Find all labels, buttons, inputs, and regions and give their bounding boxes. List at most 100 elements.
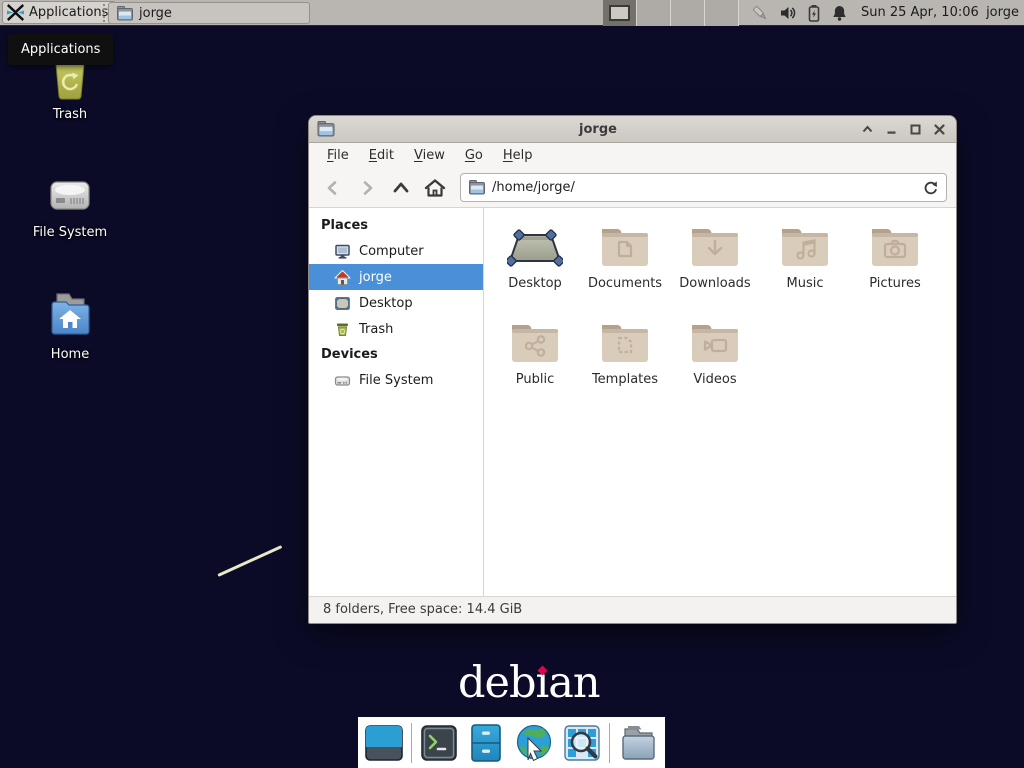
sidebar-item-label: Computer	[359, 244, 424, 259]
file-item-public[interactable]: Public	[490, 314, 580, 410]
applications-tooltip: Applications	[8, 34, 113, 65]
home-button[interactable]	[420, 174, 450, 202]
address-bar-path[interactable]: /home/jorge/	[492, 180, 916, 195]
back-button[interactable]	[318, 174, 348, 202]
file-item-desktop[interactable]: Desktop	[490, 218, 580, 314]
window-title: jorge	[335, 122, 861, 137]
menu-help[interactable]: Help	[493, 145, 543, 166]
workspace-4[interactable]	[705, 0, 739, 26]
web-browser-dock-icon[interactable]	[513, 722, 555, 764]
menu-view[interactable]: View	[404, 145, 455, 166]
workspace-1-active[interactable]	[603, 0, 637, 26]
statusbar: 8 folders, Free space: 14.4 GiB	[309, 596, 956, 623]
folder-videos-icon	[689, 314, 741, 372]
file-cabinet-dock-icon[interactable]	[466, 722, 506, 764]
hard-drive-icon	[44, 170, 96, 220]
file-item-label: Public	[516, 372, 554, 387]
file-item-downloads[interactable]: Downloads	[670, 218, 760, 314]
shade-button[interactable]	[861, 123, 874, 136]
sidebar-item-trash[interactable]: Trash	[309, 316, 483, 342]
file-item-label: Documents	[588, 276, 662, 291]
window-folder-icon	[317, 121, 335, 137]
panel-username[interactable]: jorge	[986, 0, 1019, 26]
desktop-icon-label: File System	[33, 225, 107, 240]
sidebar-devices-header: Devices	[309, 342, 483, 367]
file-item-videos[interactable]: Videos	[670, 314, 760, 410]
menu-edit[interactable]: Edit	[359, 145, 404, 166]
sidebar-item-computer[interactable]: Computer	[309, 238, 483, 264]
folder-downloads-icon	[689, 218, 741, 276]
menu-go[interactable]: Go	[455, 145, 493, 166]
sidebar-places-header: Places	[309, 213, 483, 238]
desktop-icon-label: Home	[51, 347, 89, 362]
file-item-music[interactable]: Music	[760, 218, 850, 314]
app-finder-dock-icon[interactable]	[562, 722, 602, 764]
desktop-icon-file-system[interactable]: File System	[18, 170, 122, 240]
file-item-label: Music	[787, 276, 824, 291]
address-bar[interactable]: /home/jorge/	[460, 173, 947, 202]
show-desktop-dock-icon[interactable]	[364, 722, 404, 764]
menubar: File Edit View Go Help	[309, 143, 956, 168]
desktop-icon-home[interactable]: Home	[18, 288, 122, 362]
battery-tray-icon[interactable]	[806, 4, 822, 22]
sidebar-item-desktop[interactable]: Desktop	[309, 290, 483, 316]
debian-logo: debıan	[458, 658, 600, 708]
folder-templates-icon	[599, 314, 651, 372]
computer-icon	[334, 243, 351, 260]
folder-public-icon	[509, 314, 561, 372]
file-manager-dock-icon[interactable]	[617, 722, 659, 764]
file-item-templates[interactable]: Templates	[580, 314, 670, 410]
pathbar-folder-icon	[469, 180, 485, 195]
folder-pictures-icon	[869, 218, 921, 276]
minimize-button[interactable]	[885, 123, 898, 136]
panel-separator-handle	[103, 4, 106, 22]
sidebar-item-label: jorge	[359, 270, 392, 285]
menu-file[interactable]: File	[317, 145, 359, 166]
home-icon	[334, 269, 351, 286]
dock-separator	[411, 723, 412, 763]
file-item-label: Videos	[693, 372, 736, 387]
terminal-dock-icon[interactable]	[419, 722, 459, 764]
workspace-window-preview	[609, 5, 630, 21]
file-list: Desktop Documents	[484, 208, 956, 596]
desktop-places-icon	[334, 295, 351, 312]
desktop-artifact-line	[217, 545, 282, 577]
workspace-2[interactable]	[637, 0, 671, 26]
desktop[interactable]: Applications jorge	[0, 0, 1024, 768]
sidebar-item-jorge[interactable]: jorge	[309, 264, 483, 290]
file-item-label: Downloads	[679, 276, 750, 291]
close-button[interactable]	[933, 123, 946, 136]
desktop-icon-label: Trash	[53, 107, 87, 122]
xfce-applications-icon	[7, 4, 24, 21]
notifications-bell-tray-icon[interactable]	[831, 4, 848, 22]
drive-icon	[334, 372, 351, 389]
up-button[interactable]	[386, 174, 416, 202]
file-item-documents[interactable]: Documents	[580, 218, 670, 314]
file-manager-window: jorge File Edit View Go Help	[308, 115, 957, 624]
panel-clock[interactable]: Sun 25 Apr, 10:06	[861, 0, 979, 26]
reload-icon[interactable]	[923, 180, 938, 195]
window-titlebar[interactable]: jorge	[309, 116, 956, 143]
file-item-pictures[interactable]: Pictures	[850, 218, 940, 314]
dock	[358, 717, 665, 768]
applications-menu-button[interactable]: Applications	[2, 1, 116, 24]
sidebar: Places Computer	[309, 208, 484, 596]
input-device-tray-icon[interactable]	[751, 4, 770, 23]
desktop-trapezoid-icon	[507, 218, 563, 276]
home-folder-icon	[43, 288, 97, 342]
maximize-button[interactable]	[909, 123, 922, 136]
folder-documents-icon	[599, 218, 651, 276]
file-item-label: Templates	[592, 372, 658, 387]
sidebar-item-label: Desktop	[359, 296, 413, 311]
top-panel: Applications jorge	[0, 0, 1024, 26]
workspace-switcher[interactable]	[603, 0, 739, 26]
taskbar-window-label: jorge	[139, 6, 172, 21]
volume-tray-icon[interactable]	[779, 4, 797, 22]
sidebar-item-file-system[interactable]: File System	[309, 367, 483, 393]
taskbar-window-button[interactable]: jorge	[108, 2, 310, 24]
toolbar: /home/jorge/	[309, 168, 956, 208]
sidebar-item-label: Trash	[359, 322, 393, 337]
applications-menu-label: Applications	[29, 5, 108, 20]
workspace-3[interactable]	[671, 0, 705, 26]
forward-button[interactable]	[352, 174, 382, 202]
